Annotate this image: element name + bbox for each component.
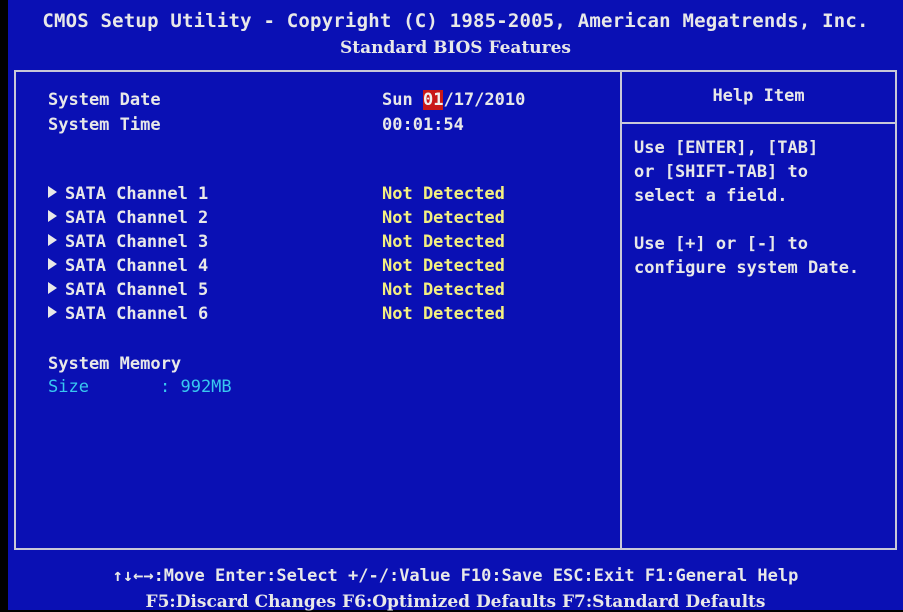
sata-channel-6-value: Not Detected <box>382 304 505 324</box>
memory-size-label: Size <box>48 377 89 397</box>
sata-channel-5[interactable]: SATA Channel 5 <box>48 280 208 300</box>
system-time-label: System Time <box>48 115 161 135</box>
submenu-arrow-icon <box>48 210 57 222</box>
sata-channel-3[interactable]: SATA Channel 3 <box>48 232 208 252</box>
system-time-field[interactable]: 00:01:54 <box>382 115 464 135</box>
system-date-field[interactable]: Sun 01/17/2010 <box>382 90 525 110</box>
sata-channel-3-value: Not Detected <box>382 232 505 252</box>
memory-size-value: : 992MB <box>160 377 232 397</box>
help-line-4: Use [+] or [-] to <box>634 234 808 254</box>
panel-divider <box>620 72 622 548</box>
submenu-arrow-icon <box>48 186 57 198</box>
help-line-5: configure system Date. <box>634 258 860 278</box>
system-memory-heading: System Memory <box>48 354 182 374</box>
title-bar: CMOS Setup Utility - Copyright (C) 1985-… <box>8 0 903 64</box>
system-date-day: Sun <box>382 90 413 110</box>
bios-screen: CMOS Setup Utility - Copyright (C) 1985-… <box>8 0 903 612</box>
help-line-1: Use [ENTER], [TAB] <box>634 138 819 158</box>
sata-channel-4[interactable]: SATA Channel 4 <box>48 256 208 276</box>
system-date-month[interactable]: 01 <box>422 90 444 110</box>
help-item-title: Help Item <box>712 86 805 106</box>
submenu-arrow-icon <box>48 282 57 294</box>
submenu-arrow-icon <box>48 258 57 270</box>
utility-title: CMOS Setup Utility - Copyright (C) 1985-… <box>42 10 869 32</box>
submenu-arrow-icon <box>48 306 57 318</box>
sata-channel-6[interactable]: SATA Channel 6 <box>48 304 208 324</box>
sata-channel-1[interactable]: SATA Channel 1 <box>48 184 208 204</box>
sata-channel-1-value: Not Detected <box>382 184 505 204</box>
system-date-label: System Date <box>48 90 161 110</box>
help-line-2: or [SHIFT-TAB] to <box>634 162 808 182</box>
key-legend-line-2: F5:Discard Changes F6:Optimized Defaults… <box>145 592 766 612</box>
key-legend: ↑↓←→:Move Enter:Select +/-/:Value F10:Sa… <box>8 556 903 612</box>
system-date-rest: /17/2010 <box>443 90 526 110</box>
key-legend-line-1: ↑↓←→:Move Enter:Select +/-/:Value F10:Sa… <box>112 566 799 586</box>
submenu-arrow-icon <box>48 234 57 246</box>
help-line-3: select a field. <box>634 186 788 206</box>
page-title: Standard BIOS Features <box>339 38 572 58</box>
sata-channel-5-value: Not Detected <box>382 280 505 300</box>
help-divider <box>622 122 895 124</box>
main-panel: System Date Sun 01/17/2010 System Time 0… <box>14 70 897 550</box>
sata-channel-2[interactable]: SATA Channel 2 <box>48 208 208 228</box>
sata-channel-2-value: Not Detected <box>382 208 505 228</box>
sata-channel-4-value: Not Detected <box>382 256 505 276</box>
